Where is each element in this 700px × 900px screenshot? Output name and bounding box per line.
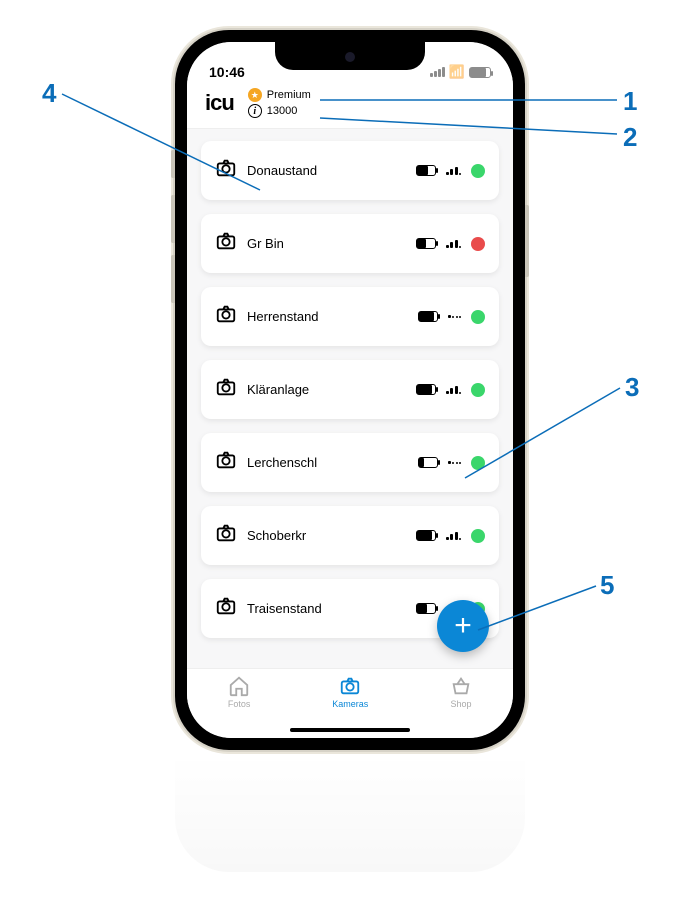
camera-indicators xyxy=(416,383,486,397)
info-icon: i xyxy=(248,104,262,118)
callout-1: 1 xyxy=(623,86,637,117)
camera-indicators xyxy=(416,529,486,543)
status-dot-icon xyxy=(471,456,485,470)
camera-icon xyxy=(215,303,237,330)
star-icon: ★ xyxy=(248,88,262,102)
tab-fotos-label: Fotos xyxy=(228,699,251,709)
camera-name: Lerchenschl xyxy=(247,455,408,470)
tab-kameras-label: Kameras xyxy=(332,699,368,709)
camera-icon xyxy=(215,522,237,549)
phone-frame: 10:46 📶 icu ★ Premium i 13000 xyxy=(175,30,525,750)
status-time: 10:46 xyxy=(209,64,245,80)
signal-indicator-icon xyxy=(448,461,462,464)
callout-4: 4 xyxy=(42,78,56,109)
points-value: 13000 xyxy=(267,105,298,117)
volume-down xyxy=(171,255,175,303)
callout-5: 5 xyxy=(600,570,614,601)
volume-up xyxy=(171,195,175,243)
callout-3: 3 xyxy=(625,372,639,403)
mute-switch xyxy=(171,150,175,178)
camera-icon xyxy=(215,376,237,403)
notch xyxy=(275,42,425,70)
camera-icon xyxy=(215,230,237,257)
camera-card[interactable]: Kläranlage xyxy=(201,360,499,419)
basket-icon xyxy=(450,675,472,697)
camera-icon xyxy=(215,449,237,476)
camera-card[interactable]: Schoberkr xyxy=(201,506,499,565)
callout-2: 2 xyxy=(623,122,637,153)
home-indicator xyxy=(290,728,410,732)
points-row[interactable]: i 13000 xyxy=(248,104,311,118)
camera-name: Schoberkr xyxy=(247,528,406,543)
status-dot-icon xyxy=(471,237,485,251)
signal-indicator-icon xyxy=(446,386,462,394)
plus-icon: + xyxy=(454,609,472,643)
camera-card[interactable]: Herrenstand xyxy=(201,287,499,346)
status-dot-icon xyxy=(471,164,485,178)
battery-indicator-icon xyxy=(418,311,438,322)
battery-indicator-icon xyxy=(416,165,436,176)
app-logo: icu xyxy=(205,90,234,116)
camera-icon xyxy=(215,595,237,622)
app-header: icu ★ Premium i 13000 xyxy=(187,82,513,129)
camera-name: Traisenstand xyxy=(247,601,406,616)
camera-name: Gr Bin xyxy=(247,236,406,251)
camera-indicators xyxy=(416,237,486,251)
status-dot-icon xyxy=(471,529,485,543)
status-indicators: 📶 xyxy=(430,64,491,80)
signal-indicator-icon xyxy=(446,532,462,540)
power-button xyxy=(525,205,529,277)
camera-icon xyxy=(215,157,237,184)
battery-indicator-icon xyxy=(416,530,436,541)
cellular-icon xyxy=(430,67,445,77)
home-icon xyxy=(228,675,250,697)
status-dot-icon xyxy=(471,383,485,397)
status-dot-icon xyxy=(471,310,485,324)
tab-shop[interactable]: Shop xyxy=(450,675,472,709)
header-meta: ★ Premium i 13000 xyxy=(248,88,311,118)
phone-reflection xyxy=(175,752,525,872)
camera-name: Kläranlage xyxy=(247,382,406,397)
camera-card[interactable]: Gr Bin xyxy=(201,214,499,273)
camera-card[interactable]: Lerchenschl xyxy=(201,433,499,492)
tab-shop-label: Shop xyxy=(451,699,472,709)
camera-card[interactable]: Donaustand xyxy=(201,141,499,200)
battery-indicator-icon xyxy=(416,384,436,395)
screen: 10:46 📶 icu ★ Premium i 13000 xyxy=(187,42,513,738)
camera-indicators xyxy=(418,310,486,324)
battery-icon xyxy=(469,67,491,78)
signal-indicator-icon xyxy=(448,315,462,318)
signal-indicator-icon xyxy=(446,167,462,175)
camera-indicators xyxy=(418,456,486,470)
premium-row[interactable]: ★ Premium xyxy=(248,88,311,102)
camera-name: Donaustand xyxy=(247,163,406,178)
camera-name: Herrenstand xyxy=(247,309,408,324)
tab-fotos[interactable]: Fotos xyxy=(228,675,251,709)
camera-indicators xyxy=(416,164,486,178)
signal-indicator-icon xyxy=(446,240,462,248)
camera-icon xyxy=(339,675,361,697)
wifi-icon: 📶 xyxy=(449,64,465,80)
battery-indicator-icon xyxy=(418,457,438,468)
battery-indicator-icon xyxy=(416,603,436,614)
premium-label: Premium xyxy=(267,89,311,101)
tab-bar: Fotos Kameras Shop xyxy=(187,668,513,738)
battery-indicator-icon xyxy=(416,238,436,249)
tab-kameras[interactable]: Kameras xyxy=(332,675,368,709)
add-camera-button[interactable]: + xyxy=(437,600,489,652)
